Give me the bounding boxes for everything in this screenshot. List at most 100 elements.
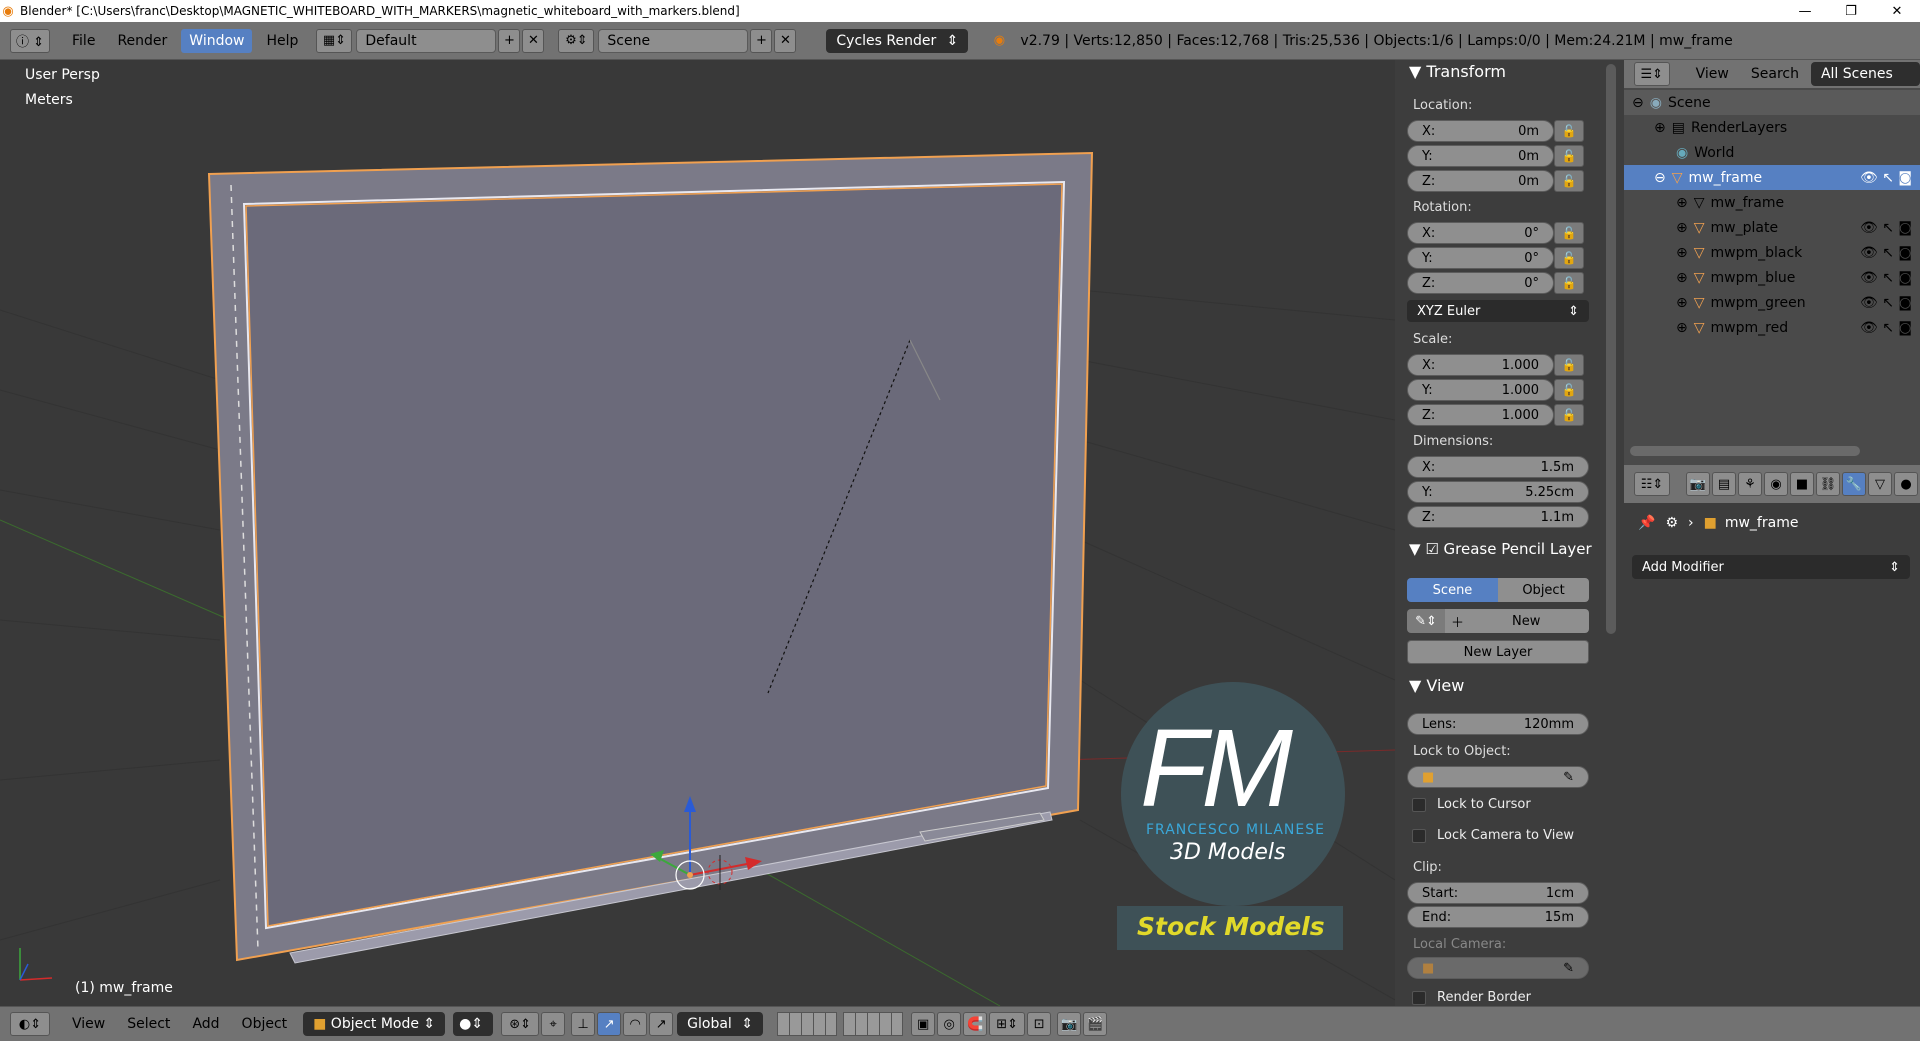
outliner-row-mw-frame-mesh[interactable]: ⊕ ▽ mw_frame [1624,190,1920,215]
lock-to-cursor-checkbox[interactable] [1412,798,1426,812]
menu-help[interactable]: Help [258,29,306,53]
visibility-eye-icon[interactable]: 👁 ↖ ◙ [1860,245,1912,261]
render-opengl-icon[interactable]: 📷 [1057,1012,1082,1036]
rotation-x-field[interactable]: X: 0° [1407,222,1554,244]
add-modifier-select[interactable]: Add Modifier ⇕ [1632,555,1910,579]
outliner-row-world[interactable]: ◉ World [1624,140,1920,165]
outliner-display-mode-select[interactable]: All Scenes [1810,62,1920,86]
minimize-button[interactable]: — [1782,0,1828,22]
constraints-tab-icon[interactable]: ⛓ [1816,472,1840,496]
eyedropper-icon[interactable]: ✎ [1563,961,1574,976]
render-animation-icon[interactable]: 🎬 [1083,1012,1108,1036]
clip-start-field[interactable]: Start: 1cm [1407,882,1589,904]
menu-file[interactable]: File [64,29,103,53]
lock-location-z-icon[interactable]: 🔓 [1554,170,1584,192]
outliner-row-mwpm-red[interactable]: ⊕ ▽ mwpm_red 👁 ↖ ◙ [1624,315,1920,340]
expand-icon[interactable]: ⊕ [1676,295,1688,311]
outliner-row-mwpm-blue[interactable]: ⊕ ▽ mwpm_blue 👁 ↖ ◙ [1624,265,1920,290]
scale-z-field[interactable]: Z: 1.000 [1407,404,1554,426]
rotation-z-field[interactable]: Z: 0° [1407,272,1554,294]
lock-rotation-y-icon[interactable]: 🔓 [1554,247,1584,269]
expand-icon[interactable]: ⊕ [1676,220,1688,236]
world-tab-icon[interactable]: ◉ [1764,472,1788,496]
pin-icon[interactable]: 📌 [1638,515,1655,531]
clip-end-field[interactable]: End: 15m [1407,906,1589,928]
scene-browse-button[interactable]: ⚙⇕ [558,28,595,53]
grease-pencil-browse-button[interactable]: ✎⇕ [1407,609,1445,633]
manipulator-toggle[interactable]: ⌖ [541,1012,566,1036]
lock-rotation-x-icon[interactable]: 🔓 [1554,222,1584,244]
menu-view[interactable]: View [64,1012,113,1036]
outliner-row-mw-frame[interactable]: ⊖ ▽ mw_frame 👁 ↖ ◙ [1624,165,1920,190]
snap-toggle-icon[interactable]: 🧲 [963,1012,988,1036]
rotation-mode-select[interactable]: XYZ Euler ⇕ [1407,300,1589,322]
renderlayers-tab-icon[interactable]: ▤ [1712,472,1736,496]
visibility-eye-icon[interactable]: 👁 ↖ ◙ [1860,270,1912,286]
lens-field[interactable]: Lens: 120mm [1407,713,1589,735]
modifiers-tab-icon[interactable]: 🔧 [1842,472,1866,496]
scale-handle-manipulator[interactable]: ↗ [649,1012,674,1036]
lock-location-x-icon[interactable]: 🔓 [1554,120,1584,142]
scene-tab-icon[interactable]: ⚘ [1738,472,1762,496]
delete-scene-button[interactable]: ✕ [774,28,797,53]
scene-field[interactable]: Scene [598,28,749,53]
snap-element-select[interactable]: ⊞⇕ [989,1012,1026,1036]
editor-type-info-button[interactable]: ⓘ ⇕ [10,28,50,53]
expand-icon[interactable]: ⊕ [1676,270,1688,286]
outliner-menu-search[interactable]: Search [1743,62,1807,86]
expand-icon[interactable]: ⊕ [1676,320,1688,336]
3d-editor-type-button[interactable]: ◐⇕ [10,1012,50,1036]
visibility-eye-icon[interactable]: 👁 ↖ ◙ [1860,320,1912,336]
menu-select[interactable]: Select [119,1012,178,1036]
dimensions-y-field[interactable]: Y: 5.25cm [1407,481,1589,503]
dimensions-z-field[interactable]: Z: 1.1m [1407,506,1589,528]
screen-layout-browse-button[interactable]: ▦⇕ [316,28,353,53]
viewport-shading-select[interactable]: ●⇕ [453,1012,494,1036]
local-camera-field[interactable]: ■ ✎ [1407,957,1589,979]
lock-to-object-field[interactable]: ■ ✎ [1407,766,1589,788]
menu-object[interactable]: Object [234,1012,296,1036]
rotation-y-field[interactable]: Y: 0° [1407,247,1554,269]
dimensions-x-field[interactable]: X: 1.5m [1407,456,1589,478]
outliner-row-mwpm-black[interactable]: ⊕ ▽ mwpm_black 👁 ↖ ◙ [1624,240,1920,265]
lock-scale-y-icon[interactable]: 🔓 [1554,379,1584,401]
object-tab-icon[interactable]: ■ [1790,472,1814,496]
expand-icon[interactable]: ⊕ [1676,245,1688,261]
grease-pencil-panel-header[interactable]: ▼ ☑ Grease Pencil Layer [1409,540,1592,558]
outliner-editor-type-button[interactable]: ☰⇕ [1634,62,1670,86]
collapse-icon[interactable]: ⊖ [1654,170,1666,186]
screen-layout-field[interactable]: Default [356,28,497,53]
collapse-icon[interactable]: ⊖ [1632,95,1644,111]
3d-viewport[interactable]: User Persp Meters (1) mw_frame FM FRANCE… [0,60,1395,1006]
visibility-eye-icon[interactable]: 👁 ↖ ◙ [1860,220,1912,236]
scrollbar-thumb[interactable] [1606,64,1616,634]
location-x-field[interactable]: X: 0m [1407,120,1554,142]
maximize-button[interactable]: ❐ [1828,0,1874,22]
layer-buttons-2[interactable] [843,1012,904,1036]
grease-pencil-new-button[interactable]: ＋ New [1445,609,1589,633]
tab-scene[interactable]: Scene [1407,578,1498,602]
checkbox-checked-icon[interactable]: ☑ [1425,540,1438,558]
view-panel-header[interactable]: ▼ View [1409,676,1464,695]
visibility-eye-icon[interactable]: 👁 ↖ ◙ [1860,170,1912,186]
translate-manipulator[interactable]: ⊥ [571,1012,596,1036]
material-tab-icon[interactable]: ● [1894,472,1918,496]
outliner-hscrollbar[interactable] [1630,446,1860,456]
outliner-row-renderlayers[interactable]: ⊕ ▤ RenderLayers [1624,115,1920,140]
rotate-manipulator[interactable]: ↗ [597,1012,622,1036]
menu-window[interactable]: Window [181,28,253,53]
scale-x-field[interactable]: X: 1.000 [1407,354,1554,376]
scale-y-field[interactable]: Y: 1.000 [1407,379,1554,401]
menu-add[interactable]: Add [184,1012,227,1036]
lock-scale-x-icon[interactable]: 🔓 [1554,354,1584,376]
delete-layout-button[interactable]: ✕ [522,28,545,53]
close-button[interactable]: ✕ [1874,0,1920,22]
transform-orientation-select[interactable]: Global ⇕ [677,1012,764,1036]
new-layer-button[interactable]: New Layer [1407,640,1589,664]
expand-icon[interactable]: ⊕ [1654,120,1666,136]
menu-render[interactable]: Render [109,29,175,53]
add-scene-button[interactable]: + [750,28,773,53]
pivot-point-select[interactable]: ⊛⇕ [501,1012,540,1036]
snap-target-icon[interactable]: ⊡ [1027,1012,1052,1036]
scale-manipulator[interactable]: ◠ [623,1012,648,1036]
